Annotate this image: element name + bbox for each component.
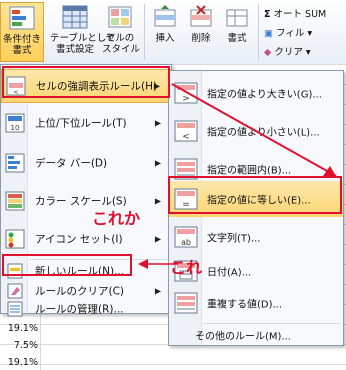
icon-set-icon xyxy=(5,229,25,249)
submenu-item-label: その他のルール(M)... xyxy=(195,331,291,343)
svg-text:>: > xyxy=(182,94,190,104)
menu-item-icon-set[interactable]: アイコン セット(I) ▶ xyxy=(1,221,171,257)
conditional-format-button[interactable]: 条件付き 書式 xyxy=(0,2,44,62)
menu-item-clear-rules[interactable]: ルールのクリア(C) ▶ xyxy=(1,281,171,301)
autosum-label: オート SUM xyxy=(273,9,327,20)
cell-value[interactable]: 7.5% xyxy=(0,340,38,351)
format-as-table-button[interactable]: テーブルとして 書式設定 xyxy=(50,2,116,62)
submenu-item-text-contains[interactable]: ab 文字列(T)... xyxy=(169,219,343,255)
delete-label: 削除 xyxy=(191,33,211,44)
clear-label: クリア xyxy=(274,47,303,58)
clear-button[interactable]: ◆ クリア ▾ xyxy=(264,44,311,58)
insert-icon xyxy=(154,5,176,27)
cell-value[interactable]: 19.1% xyxy=(0,323,38,334)
submenu-item-less-than[interactable]: < 指定の値より小さい(L)... xyxy=(169,113,343,149)
cell-style-button[interactable]: セルの スタイル xyxy=(102,2,141,62)
highlight-box-rules xyxy=(2,66,170,98)
eraser-icon: ◆ xyxy=(264,47,272,58)
insert-button[interactable]: 挿入 xyxy=(150,2,180,62)
svg-text:<: < xyxy=(182,132,190,142)
menu-item-label: アイコン セット(I) xyxy=(35,233,123,246)
greater-than-icon: > xyxy=(174,82,198,104)
fill-icon: ▣ xyxy=(264,28,273,39)
duplicate-values-icon xyxy=(174,292,198,314)
submenu-item-greater-than[interactable]: > 指定の値より大きい(G)... xyxy=(169,75,343,111)
highlight-box-equal xyxy=(168,176,342,214)
submenu-item-label: 指定の範囲内(B)... xyxy=(207,165,292,177)
submenu-arrow-icon: ▶ xyxy=(154,196,161,206)
color-scale-icon xyxy=(5,191,25,211)
menu-item-label: データ バー(D) xyxy=(35,157,108,170)
menu-item-top-bottom[interactable]: 10 上位/下位ルール(T) ▶ xyxy=(1,105,171,141)
less-than-icon: < xyxy=(174,120,198,142)
text-contains-icon: ab xyxy=(174,226,198,248)
ribbon: 条件付き 書式 テーブルとして 書式設定 セルの スタイル 挿入 削除 書式 Σ… xyxy=(0,0,346,65)
annotation-this-one: これか xyxy=(92,209,141,228)
menu-item-label: ルールのクリア(C) xyxy=(35,285,125,298)
delete-button[interactable]: 削除 xyxy=(186,2,216,62)
table-format-icon xyxy=(62,5,88,29)
submenu-item-label: 文字列(T)... xyxy=(207,233,261,245)
top-bottom-icon: 10 xyxy=(5,113,25,133)
fill-label: フィル xyxy=(276,28,305,39)
menu-item-label: 上位/下位ルール(T) xyxy=(35,117,127,130)
ribbon-divider xyxy=(144,4,145,60)
annotation-this: これ xyxy=(170,258,203,277)
menu-item-label: ルールの管理(R)... xyxy=(35,303,124,316)
conditional-format-icon xyxy=(9,6,35,30)
submenu-arrow-icon: ▶ xyxy=(154,118,161,128)
submenu-arrow-icon: ▶ xyxy=(154,158,161,168)
menu-item-color-scale[interactable]: カラー スケール(S) ▶ xyxy=(1,183,171,219)
submenu-item-label: 指定の値より小さい(L)... xyxy=(207,127,320,139)
cell-style-label: セルの スタイル xyxy=(102,33,141,55)
format-icon xyxy=(226,9,248,27)
menu-item-data-bar[interactable]: データ バー(D) ▶ xyxy=(1,145,171,181)
format-button[interactable]: 書式 xyxy=(222,2,252,62)
submenu-item-label: 重複する値(D)... xyxy=(207,299,283,311)
clear-rules-icon xyxy=(7,283,23,299)
format-label: 書式 xyxy=(227,33,247,44)
cell-value[interactable]: 19.1% xyxy=(0,357,38,368)
manage-rules-icon xyxy=(7,301,23,317)
submenu-item-label: 指定の値より大きい(G)... xyxy=(207,89,322,101)
submenu-item-duplicate-values[interactable]: 重複する値(D)... xyxy=(169,285,343,321)
autosum-button[interactable]: Σ オート SUM xyxy=(264,6,326,20)
conditional-format-menu: < セルの強調表示ルール(H) ▶ 10 上位/下位ルール(T) ▶ データ バ… xyxy=(0,64,172,317)
menu-separator xyxy=(203,323,341,324)
submenu-arrow-icon: ▶ xyxy=(154,234,161,244)
chevron-down-icon: ▾ xyxy=(307,28,313,39)
cell-style-icon xyxy=(108,6,132,28)
data-bar-icon xyxy=(5,153,25,173)
insert-label: 挿入 xyxy=(155,33,175,44)
submenu-item-more-rules[interactable]: その他のルール(M)... xyxy=(169,325,343,345)
chevron-down-icon: ▾ xyxy=(305,47,311,58)
menu-item-manage-rules[interactable]: ルールの管理(R)... xyxy=(1,299,171,319)
submenu-item-label: 日付(A)... xyxy=(207,267,252,279)
submenu-arrow-icon: ▶ xyxy=(154,286,161,296)
svg-text:10: 10 xyxy=(11,124,20,132)
highlight-box-new-rule xyxy=(2,254,132,276)
fill-button[interactable]: ▣ フィル ▾ xyxy=(264,25,312,39)
sigma-icon: Σ xyxy=(264,9,271,20)
svg-text:ab: ab xyxy=(181,238,191,247)
delete-icon xyxy=(190,5,212,27)
conditional-format-label: 条件付き 書式 xyxy=(2,34,41,56)
ribbon-divider xyxy=(258,4,259,60)
